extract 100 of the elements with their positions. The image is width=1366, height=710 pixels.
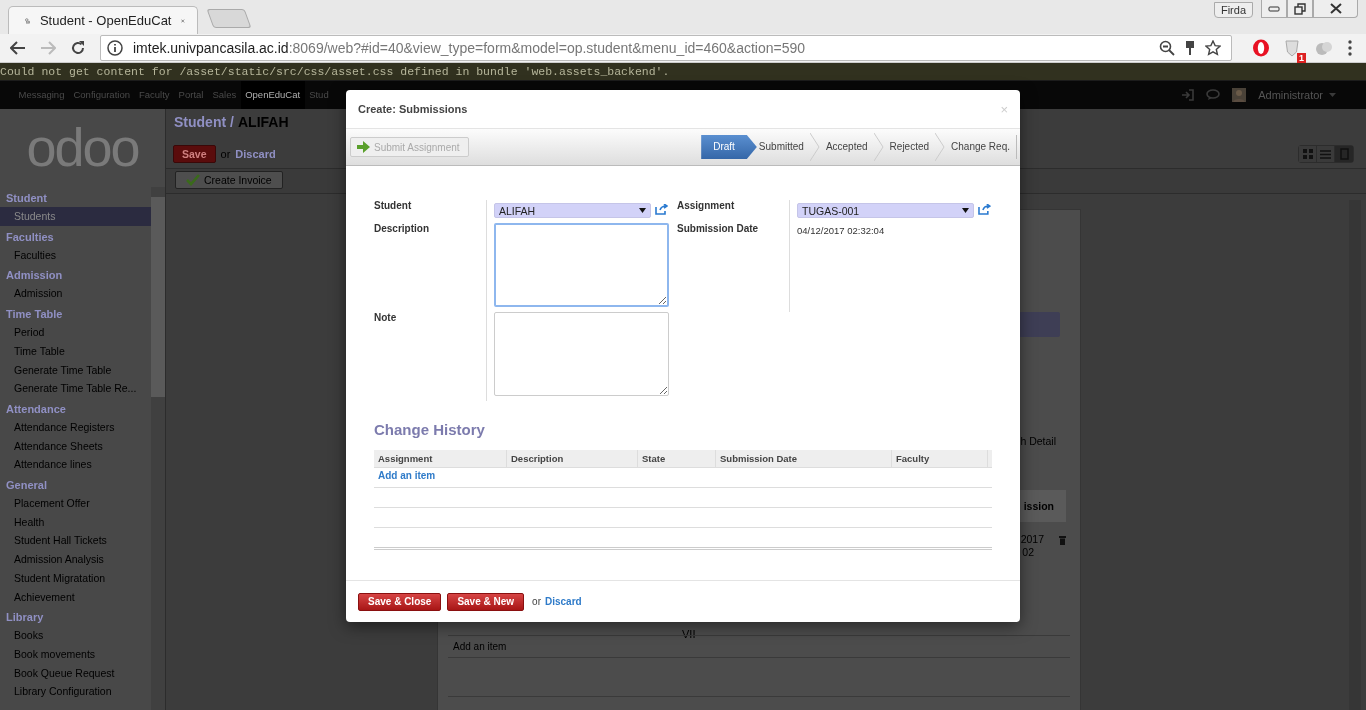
sidebar-item[interactable]: Attendance lines [0, 455, 151, 475]
menu-icon[interactable] [1348, 40, 1352, 56]
sidebar-item[interactable]: Book Queue Request [0, 663, 151, 683]
kanban-view-button[interactable] [1299, 146, 1317, 162]
sidebar-item[interactable]: Time Table [0, 341, 151, 361]
external-link-icon[interactable] [655, 204, 668, 215]
sidebar-item[interactable]: Student Migratation [0, 568, 151, 588]
sidebar-item[interactable]: Period [0, 323, 151, 342]
column-header[interactable]: State [638, 450, 716, 467]
column-header[interactable]: Description [507, 450, 638, 467]
field-label: Note [374, 312, 398, 325]
extension-badge: 1 [1297, 53, 1306, 63]
sidebar-item[interactable]: Student Hall Tickets [0, 531, 151, 551]
sidebar-item[interactable]: Admission Analysis [0, 550, 151, 569]
star-icon[interactable] [1205, 40, 1221, 56]
address-bar[interactable]: imtek.univpancasila.ac.id:8069/web?#id=40&view_type=form&model=op.student&menu_id=460&action=590 [100, 35, 1232, 61]
sidebar-heading: Admission [5, 268, 64, 284]
sidebar-item[interactable]: Faculties [0, 245, 151, 265]
status-stage[interactable]: Rejected [883, 135, 936, 159]
sidebar-item[interactable]: Book movements [0, 644, 151, 664]
shield-icon[interactable] [1284, 39, 1300, 57]
url-text: imtek.univpancasila.ac.id:8069/web?#id=40&view_type=form&model=op.student&menu_id=460&action=590 [133, 40, 806, 56]
add-item-link[interactable]: Add an item [374, 468, 440, 483]
profile-button[interactable]: Firda [1213, 2, 1253, 18]
restore-button[interactable] [1287, 0, 1313, 18]
pin-icon[interactable] [1185, 40, 1195, 56]
or-text: or [532, 596, 541, 607]
save-button[interactable]: Save [173, 145, 216, 163]
trash-icon[interactable] [1059, 536, 1066, 545]
sidebar-heading: Student [5, 191, 48, 206]
field-value: 04/12/2017 02:32:04 [797, 224, 885, 236]
status-stage[interactable]: Change Req. [945, 135, 1016, 159]
chevron-icon [873, 133, 884, 161]
menu-item[interactable]: OpenEduCat [240, 81, 305, 109]
list-view-button[interactable] [1317, 146, 1335, 162]
field-label: Submission Date [677, 223, 760, 236]
error-message: Could not get content for /asset/static/src/css/asset.css defined in bundle 'web.assets_backend'. [0, 63, 1366, 80]
discard-link[interactable]: Discard [235, 148, 276, 160]
sidebar-item[interactable]: Books [0, 626, 151, 645]
scrollbar[interactable] [151, 187, 165, 710]
create-invoice-button[interactable]: Create Invoice [175, 171, 283, 189]
opera-icon[interactable] [1252, 39, 1270, 57]
field-label: Student [374, 200, 413, 213]
column-header[interactable]: Faculty [892, 450, 988, 467]
chat-icon[interactable] [1206, 89, 1221, 101]
field-label: Description [374, 223, 430, 236]
arrow-icon [356, 141, 370, 153]
caret-icon [639, 208, 646, 213]
assignment-select[interactable]: TUGAS-001 [797, 203, 975, 218]
column-header[interactable]: Assignment [374, 450, 507, 467]
chevron-icon [935, 133, 946, 161]
record-title: ALIFAH [238, 114, 289, 132]
field-label: Assignment [677, 200, 736, 213]
discard-link[interactable]: Discard [545, 596, 582, 607]
tab-title: Student - OpenEduCat [39, 13, 172, 28]
close-button[interactable]: × [1000, 101, 1008, 117]
sidebar-item[interactable]: Attendance Registers [0, 417, 151, 437]
save-close-button[interactable]: Save & Close [358, 592, 442, 611]
status-stage[interactable]: Accepted [819, 135, 874, 159]
external-link-icon[interactable] [978, 204, 991, 215]
sidebar-item[interactable]: Placement Offer [0, 494, 151, 513]
note-field[interactable] [494, 312, 669, 396]
menu-item[interactable]: Configuration [68, 81, 135, 109]
list-icon [1320, 149, 1331, 159]
grid-icon [1302, 149, 1313, 159]
close-window-button[interactable] [1313, 0, 1358, 18]
menu-item[interactable]: Faculty [134, 81, 175, 109]
or-text: or [220, 148, 231, 160]
zoom-out-icon[interactable] [1159, 40, 1175, 56]
column-heading: ission [1023, 500, 1054, 512]
status-stage[interactable]: Draft [701, 135, 757, 159]
sidebar-item[interactable]: Achievement [0, 587, 151, 607]
sidebar-heading: Library [5, 610, 45, 626]
forward-icon[interactable] [40, 41, 56, 55]
sidebar-item[interactable]: Library Configuration [0, 682, 151, 702]
login-icon[interactable] [1181, 89, 1195, 101]
user-menu[interactable]: Administrator [1258, 89, 1323, 101]
browser-tab[interactable]: Student - OpenEduCat [8, 6, 198, 34]
sidebar-item[interactable]: Admission [0, 284, 151, 304]
menu-item[interactable]: Stud [304, 81, 334, 109]
student-select[interactable]: ALIFAH [494, 203, 651, 218]
restore-icon [1294, 2, 1306, 15]
sidebar-heading: Attendance [5, 401, 67, 417]
reload-icon[interactable] [70, 40, 86, 56]
table-cell: 2017 [1020, 533, 1044, 545]
breadcrumb-link[interactable]: Student [174, 114, 227, 140]
back-icon[interactable] [10, 41, 26, 55]
dialog-title: Create: Submissions [358, 103, 469, 115]
sidebar-item[interactable]: Generate Time Table [0, 360, 151, 380]
column-header[interactable]: Submission Date [716, 450, 892, 467]
extension-icon[interactable] [1314, 40, 1334, 56]
save-new-button[interactable]: Save & New [447, 592, 525, 611]
sidebar-item[interactable]: Attendance Sheets [0, 436, 151, 456]
description-field[interactable] [494, 223, 669, 307]
sidebar-item[interactable]: Health [0, 512, 151, 532]
sidebar-item[interactable]: Generate Time Table Re... [0, 379, 151, 398]
minimize-icon [1268, 5, 1280, 12]
menu-item[interactable]: Portal [174, 81, 208, 109]
menu-item[interactable]: Messaging [14, 81, 69, 109]
sidebar-item[interactable]: Students [0, 207, 151, 226]
